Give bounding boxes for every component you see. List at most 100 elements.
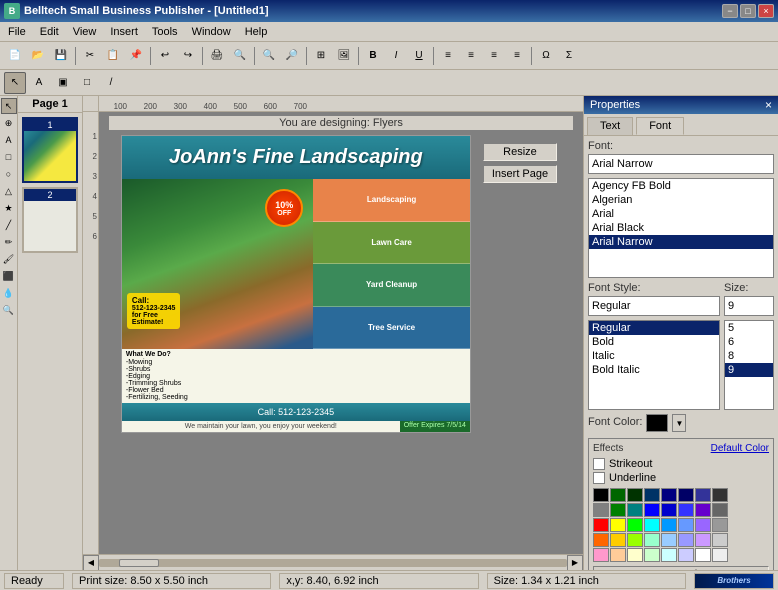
font-agency-fb-bold[interactable]: Agency FB Bold (589, 179, 773, 193)
italic-button[interactable]: I (385, 45, 407, 67)
minimize-button[interactable]: − (722, 4, 738, 18)
zoom-in-button[interactable]: 🔍 (258, 45, 280, 67)
brush-tool[interactable]: 🖌 (1, 251, 17, 267)
color-darknavy[interactable] (678, 488, 694, 502)
resize-button[interactable]: Resize (483, 143, 557, 161)
color-green[interactable] (610, 503, 626, 517)
line-tool-v[interactable]: ╱ (1, 217, 17, 233)
size-list[interactable]: 5 6 8 9 (724, 320, 774, 410)
color-purple[interactable] (695, 503, 711, 517)
color-lightyellow[interactable] (627, 548, 643, 562)
pointer-tool[interactable]: ↖ (4, 72, 26, 94)
color-yellowgreen[interactable] (627, 533, 643, 547)
font-color-dropdown[interactable]: ▼ (672, 414, 686, 432)
align-center-button[interactable]: ≡ (460, 45, 482, 67)
size-9[interactable]: 9 (725, 363, 773, 377)
align-justify-button[interactable]: ≡ (506, 45, 528, 67)
flyer-document[interactable]: JoAnn's Fine Landscaping 10% OFF (121, 135, 471, 433)
crop-tool[interactable]: ⊕ (1, 115, 17, 131)
color-indigo[interactable] (695, 488, 711, 502)
ellipse-tool[interactable]: ○ (1, 166, 17, 182)
color-blue[interactable] (644, 503, 660, 517)
color-skyblue[interactable] (661, 518, 677, 532)
canvas-area[interactable]: You are designing: Flyers JoAnn's Fine L… (99, 112, 583, 554)
redo-button[interactable]: ↪ (177, 45, 199, 67)
extra-btn-2[interactable]: Σ (558, 45, 580, 67)
scroll-thumb-h[interactable] (119, 559, 159, 567)
color-lightgray[interactable] (712, 518, 728, 532)
color-periwinkle[interactable] (678, 533, 694, 547)
color-white[interactable] (695, 548, 711, 562)
text-tool-v[interactable]: A (1, 132, 17, 148)
align-right-button[interactable]: ≡ (483, 45, 505, 67)
text-tool[interactable]: A (28, 72, 50, 94)
paste-button[interactable]: 📌 (125, 45, 147, 67)
color-darkest-green[interactable] (627, 488, 643, 502)
color-honeydew[interactable] (644, 548, 660, 562)
triangle-tool[interactable]: △ (1, 183, 17, 199)
style-bold-italic[interactable]: Bold Italic (589, 363, 719, 377)
image-button[interactable]: 🖼 (333, 45, 355, 67)
color-lightsky[interactable] (661, 533, 677, 547)
page-thumb-1[interactable]: 1 (22, 117, 78, 183)
strikeout-checkbox[interactable] (593, 458, 605, 470)
style-regular[interactable]: Regular (589, 321, 719, 335)
select-tool[interactable]: ↖ (1, 98, 17, 114)
extra-btn-1[interactable]: Ω (535, 45, 557, 67)
size-5[interactable]: 5 (725, 321, 773, 335)
shape-tool[interactable]: □ (76, 72, 98, 94)
bold-button[interactable]: B (362, 45, 384, 67)
size-8[interactable]: 8 (725, 349, 773, 363)
color-lightblue[interactable] (678, 518, 694, 532)
tab-text[interactable]: Text (587, 117, 633, 135)
align-left-button[interactable]: ≡ (437, 45, 459, 67)
color-ghostblue[interactable] (678, 548, 694, 562)
color-peach[interactable] (610, 548, 626, 562)
font-list[interactable]: Agency FB Bold Algerian Arial Arial Blac… (588, 178, 774, 278)
underline-button[interactable]: U (408, 45, 430, 67)
color-silver[interactable] (712, 533, 728, 547)
copy-button[interactable]: 📋 (102, 45, 124, 67)
color-gray[interactable] (593, 503, 609, 517)
close-button[interactable]: × (758, 4, 774, 18)
line-tool[interactable]: / (100, 72, 122, 94)
color-gold[interactable] (610, 533, 626, 547)
insert-page-button[interactable]: Insert Page (483, 165, 557, 183)
zoom-tool[interactable]: 🔍 (1, 302, 17, 318)
menu-file[interactable]: File (2, 25, 32, 39)
horizontal-scrollbar[interactable]: ◀ ▶ (83, 554, 583, 570)
font-algerian[interactable]: Algerian (589, 193, 773, 207)
color-red[interactable] (593, 518, 609, 532)
color-offwhite[interactable] (712, 548, 728, 562)
color-pink[interactable] (593, 548, 609, 562)
properties-close-button[interactable]: × (765, 98, 772, 112)
pen-tool[interactable]: ✏ (1, 234, 17, 250)
style-italic[interactable]: Italic (589, 349, 719, 363)
tab-font[interactable]: Font (636, 117, 684, 135)
default-color-button[interactable]: Default Color (711, 443, 769, 454)
menu-insert[interactable]: Insert (104, 25, 144, 39)
grid-button[interactable]: ⊞ (310, 45, 332, 67)
save-button[interactable]: 💾 (50, 45, 72, 67)
color-black[interactable] (593, 488, 609, 502)
scroll-track-h[interactable] (99, 559, 567, 567)
print-button[interactable]: 🖨 (206, 45, 228, 67)
eyedrop-tool[interactable]: 💧 (1, 285, 17, 301)
color-orange[interactable] (593, 533, 609, 547)
rect-tool[interactable]: □ (1, 149, 17, 165)
color-blue2[interactable] (678, 503, 694, 517)
color-midgray[interactable] (712, 503, 728, 517)
color-darkgray[interactable] (712, 488, 728, 502)
print-preview-button[interactable]: 🔍 (229, 45, 251, 67)
color-medblue[interactable] (661, 503, 677, 517)
color-violet[interactable] (695, 518, 711, 532)
menu-edit[interactable]: Edit (34, 25, 65, 39)
size-6[interactable]: 6 (725, 335, 773, 349)
maximize-button[interactable]: □ (740, 4, 756, 18)
color-darkblue2[interactable] (644, 488, 660, 502)
new-button[interactable]: 📄 (4, 45, 26, 67)
font-arial-narrow[interactable]: Arial Narrow (589, 235, 773, 249)
color-darkgreen[interactable] (610, 488, 626, 502)
style-bold[interactable]: Bold (589, 335, 719, 349)
star-tool[interactable]: ★ (1, 200, 17, 216)
